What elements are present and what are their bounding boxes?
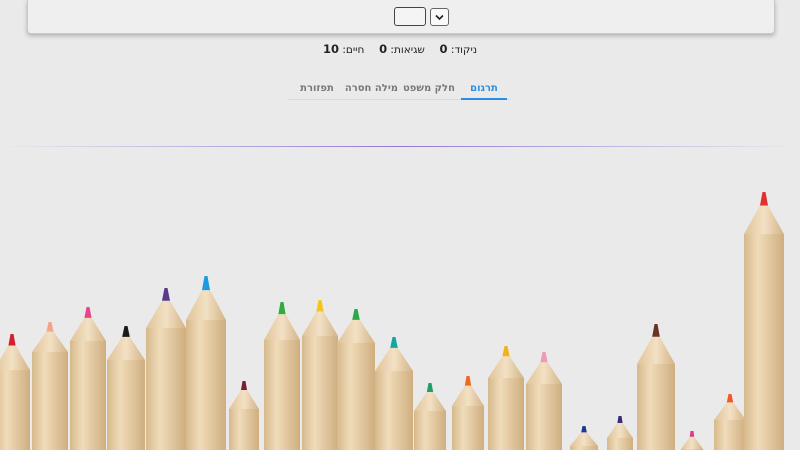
tab-missing-word[interactable]: מילה חסרה: [345, 82, 398, 98]
chevron-down-icon: [435, 14, 444, 20]
lives-value: 10: [322, 42, 339, 56]
score-value: 0: [439, 42, 448, 56]
tab-word-search[interactable]: תפזורת: [294, 82, 340, 98]
game-mode-tabs: תרגום חלק משפט מילה חסרה תפזורת: [288, 82, 510, 100]
errors-label: שגיאות:: [390, 44, 425, 56]
score-label: ניקוד:: [450, 44, 478, 56]
language-box[interactable]: [394, 7, 426, 26]
tab-sentence-part[interactable]: חלק משפט: [403, 82, 455, 98]
background-pencils-image: [0, 192, 784, 450]
errors-value: 0: [379, 42, 388, 56]
section-divider: [0, 146, 800, 147]
lives-label: חיים:: [342, 44, 365, 56]
tab-translation[interactable]: תרגום: [461, 82, 507, 100]
dropdown-toggle-button[interactable]: [430, 8, 449, 26]
stats-bar: ניקוד: 0 שגיאות: 0 חיים: 10: [300, 42, 500, 58]
top-toolbar: [27, 0, 775, 34]
